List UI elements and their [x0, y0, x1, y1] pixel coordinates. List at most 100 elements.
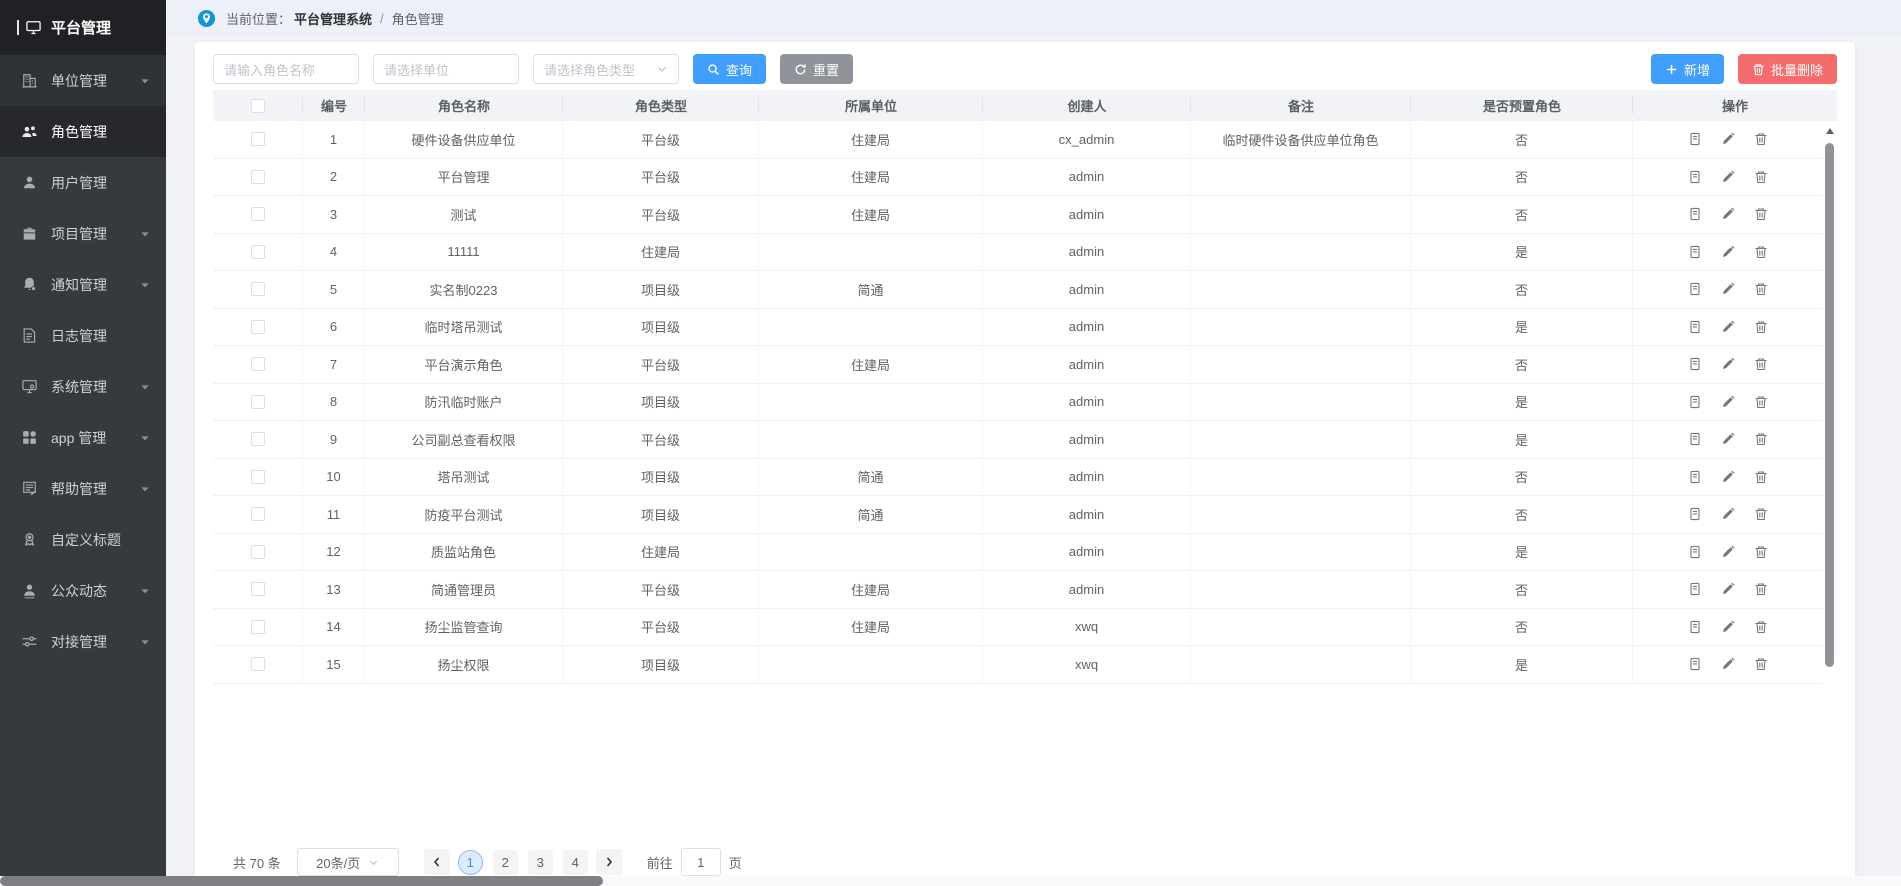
row-checkbox[interactable]: [251, 657, 265, 671]
sidebar-item-label: 日志管理: [51, 326, 150, 346]
scroll-up-arrow-icon[interactable]: [1826, 128, 1834, 134]
sidebar-item-project[interactable]: 项目管理: [0, 208, 166, 259]
breadcrumb-root[interactable]: 平台管理系统: [294, 9, 372, 28]
row-checkbox[interactable]: [251, 245, 265, 259]
next-page-button[interactable]: [596, 849, 622, 875]
delete-button[interactable]: [1754, 245, 1768, 259]
sidebar-item-app[interactable]: app 管理: [0, 412, 166, 463]
edit-button[interactable]: [1721, 357, 1735, 371]
edit-button[interactable]: [1721, 432, 1735, 446]
delete-button[interactable]: [1754, 620, 1768, 634]
edit-button[interactable]: [1721, 282, 1735, 296]
delete-button[interactable]: [1754, 357, 1768, 371]
row-checkbox[interactable]: [251, 132, 265, 146]
edit-button[interactable]: [1721, 657, 1735, 671]
search-button[interactable]: 查询: [693, 54, 766, 84]
role-name-input[interactable]: 请输入角色名称: [213, 54, 359, 84]
edit-button[interactable]: [1721, 620, 1735, 634]
page-size-select[interactable]: 20条/页: [297, 848, 399, 876]
reset-button[interactable]: 重置: [780, 54, 853, 84]
sidebar-item-integration[interactable]: 对接管理: [0, 616, 166, 667]
prev-page-button[interactable]: [424, 849, 450, 875]
edit-button[interactable]: [1721, 132, 1735, 146]
view-detail-button[interactable]: [1688, 657, 1702, 671]
view-detail-button[interactable]: [1688, 545, 1702, 559]
row-checkbox[interactable]: [251, 207, 265, 221]
edit-button[interactable]: [1721, 545, 1735, 559]
edit-button[interactable]: [1721, 470, 1735, 484]
view-detail-button[interactable]: [1688, 207, 1702, 221]
edit-button[interactable]: [1721, 170, 1735, 184]
creator: xwq: [983, 646, 1191, 683]
delete-button[interactable]: [1754, 582, 1768, 596]
select-all-checkbox[interactable]: [251, 99, 265, 113]
is-preset: 否: [1411, 159, 1633, 196]
edit-button[interactable]: [1721, 507, 1735, 521]
view-detail-button[interactable]: [1688, 507, 1702, 521]
edit-button[interactable]: [1721, 245, 1735, 259]
view-detail-button[interactable]: [1688, 282, 1702, 296]
delete-button[interactable]: [1754, 132, 1768, 146]
delete-button[interactable]: [1754, 395, 1768, 409]
delete-button[interactable]: [1754, 207, 1768, 221]
sidebar-item-notice[interactable]: 通知管理: [0, 259, 166, 310]
delete-button[interactable]: [1754, 657, 1768, 671]
sidebar-item-role[interactable]: 角色管理: [0, 106, 166, 157]
sidebar-item-custom-title[interactable]: 自定义标题: [0, 514, 166, 565]
delete-button[interactable]: [1754, 432, 1768, 446]
row-checkbox[interactable]: [251, 582, 265, 596]
view-detail-button[interactable]: [1688, 245, 1702, 259]
table-row: 2平台管理平台级住建局admin否: [213, 159, 1822, 197]
delete-button[interactable]: [1754, 470, 1768, 484]
page-button-4[interactable]: 4: [563, 850, 588, 875]
row-checkbox[interactable]: [251, 170, 265, 184]
delete-button[interactable]: [1754, 282, 1768, 296]
delete-button[interactable]: [1754, 507, 1768, 521]
view-detail-button[interactable]: [1688, 470, 1702, 484]
edit-button[interactable]: [1721, 207, 1735, 221]
goto-page-input[interactable]: [681, 848, 721, 876]
row-checkbox[interactable]: [251, 395, 265, 409]
view-detail-button[interactable]: [1688, 132, 1702, 146]
view-detail-button[interactable]: [1688, 582, 1702, 596]
remark: 临时硬件设备供应单位角色: [1191, 121, 1411, 158]
page-button-1[interactable]: 1: [458, 850, 483, 875]
sidebar-item-user[interactable]: 用户管理: [0, 157, 166, 208]
edit-button[interactable]: [1721, 582, 1735, 596]
view-detail-button[interactable]: [1688, 357, 1702, 371]
row-checkbox[interactable]: [251, 282, 265, 296]
horizontal-scrollbar-thumb[interactable]: [0, 876, 603, 886]
delete-button[interactable]: [1754, 545, 1768, 559]
row-checkbox[interactable]: [251, 470, 265, 484]
row-actions: [1633, 271, 1822, 308]
row-checkbox[interactable]: [251, 620, 265, 634]
view-detail-button[interactable]: [1688, 320, 1702, 334]
refresh-icon: [794, 63, 807, 76]
add-button[interactable]: 新增: [1651, 54, 1724, 84]
delete-button[interactable]: [1754, 170, 1768, 184]
row-checkbox[interactable]: [251, 507, 265, 521]
vertical-scrollbar-thumb[interactable]: [1825, 143, 1834, 667]
sidebar-item-log[interactable]: 日志管理: [0, 310, 166, 361]
row-checkbox[interactable]: [251, 432, 265, 446]
view-detail-button[interactable]: [1688, 620, 1702, 634]
page-button-3[interactable]: 3: [528, 850, 553, 875]
unit-select[interactable]: 请选择单位: [373, 54, 519, 84]
role-type-select[interactable]: 请选择角色类型: [533, 54, 679, 84]
sidebar-item-help[interactable]: 帮助管理: [0, 463, 166, 514]
sidebar-item-public[interactable]: 公众动态: [0, 565, 166, 616]
sidebar-item-system[interactable]: 系统管理: [0, 361, 166, 412]
edit-button[interactable]: [1721, 395, 1735, 409]
view-detail-button[interactable]: [1688, 395, 1702, 409]
view-detail-button[interactable]: [1688, 170, 1702, 184]
is-preset: 是: [1411, 384, 1633, 421]
sidebar-item-unit[interactable]: 单位管理: [0, 55, 166, 106]
batch-delete-button[interactable]: 批量删除: [1738, 54, 1837, 84]
view-detail-button[interactable]: [1688, 432, 1702, 446]
row-checkbox[interactable]: [251, 320, 265, 334]
row-checkbox[interactable]: [251, 357, 265, 371]
delete-button[interactable]: [1754, 320, 1768, 334]
edit-button[interactable]: [1721, 320, 1735, 334]
row-checkbox[interactable]: [251, 545, 265, 559]
page-button-2[interactable]: 2: [493, 850, 518, 875]
